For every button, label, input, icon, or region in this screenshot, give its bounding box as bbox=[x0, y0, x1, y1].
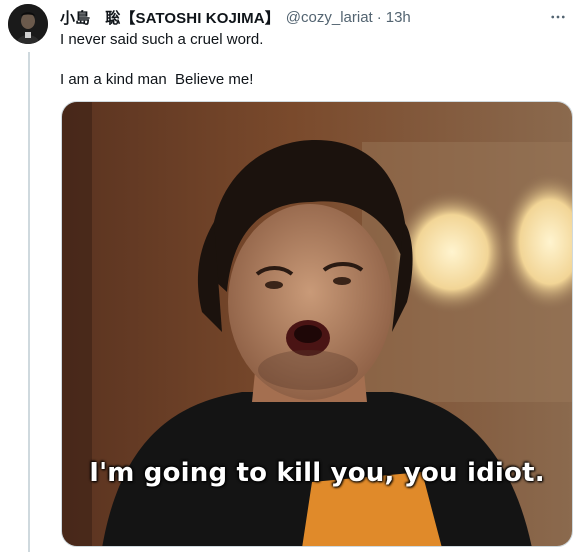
more-options-icon[interactable] bbox=[547, 6, 569, 28]
tweet-text: I never said such a cruel word. I am a k… bbox=[60, 30, 561, 90]
tweet-text-line: I never said such a cruel word. bbox=[60, 31, 264, 48]
tweet-media-image[interactable]: I'm going to kill you, you idiot. bbox=[61, 101, 573, 547]
avatar-image bbox=[8, 4, 48, 44]
tweet-text-line: I am a kind man Believe me! bbox=[60, 71, 254, 88]
separator-dot: · bbox=[376, 8, 382, 26]
tweet-header: 小島 聡【SATOSHI KOJIMA】 @cozy_lariat · 13h bbox=[60, 7, 531, 27]
timestamp[interactable]: 13h bbox=[386, 9, 411, 26]
avatar[interactable] bbox=[8, 4, 48, 44]
author-name[interactable]: 小島 聡【SATOSHI KOJIMA】 bbox=[60, 7, 280, 28]
thread-line bbox=[28, 52, 30, 552]
media-caption: I'm going to kill you, you idiot. bbox=[89, 458, 545, 488]
author-handle[interactable]: @cozy_lariat bbox=[286, 9, 373, 26]
